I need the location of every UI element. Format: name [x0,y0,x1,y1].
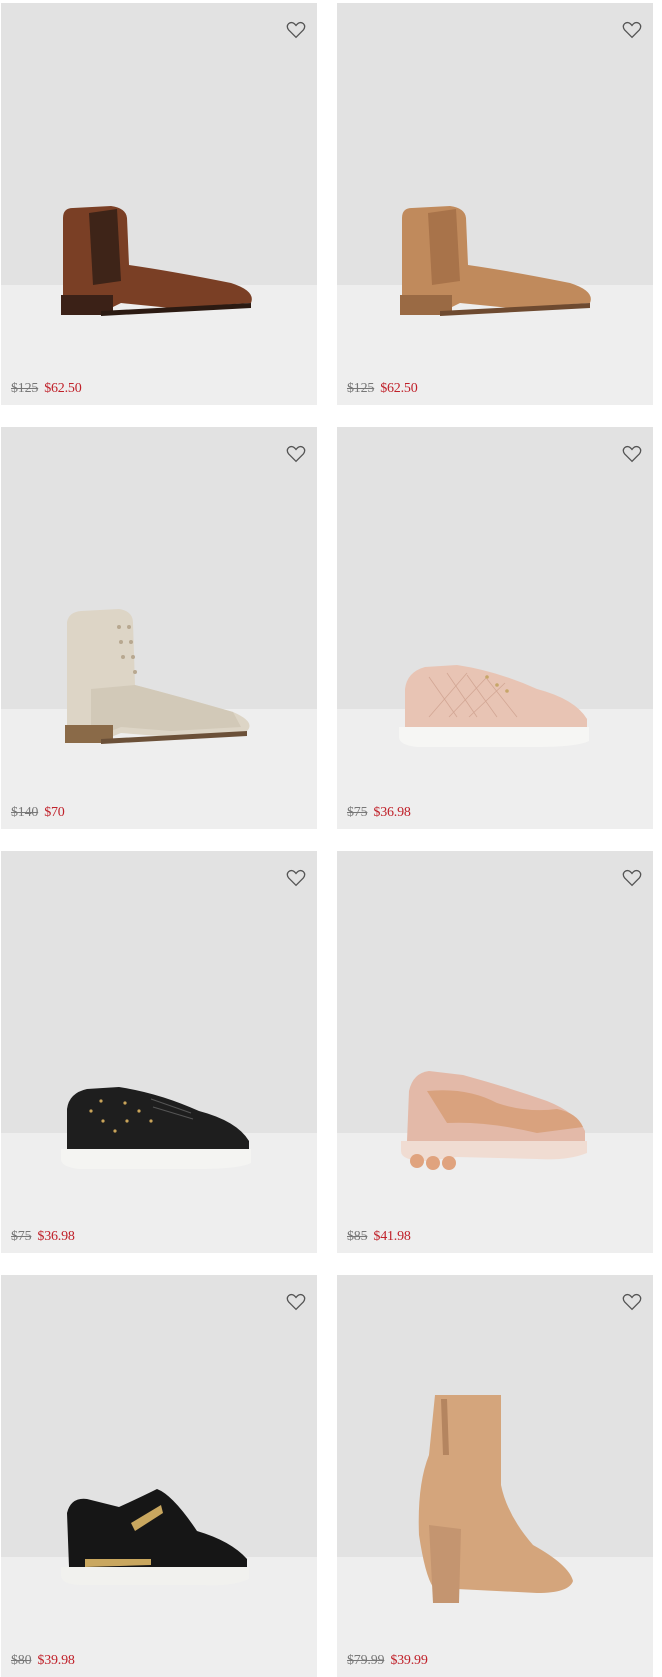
heart-outline-icon[interactable] [285,19,307,41]
sale-price: $36.98 [37,1229,75,1244]
original-price: $80 [11,1653,32,1668]
original-price: $140 [11,805,39,820]
original-price: $125 [347,381,375,396]
price: $75 $36.98 [11,1229,75,1245]
sale-price: $70 [44,805,65,820]
price: $75 $36.98 [347,805,411,821]
sale-price: $62.50 [380,381,418,396]
original-price: $75 [11,1229,32,1244]
original-price: $125 [11,381,39,396]
block-heel-bootie-tan-image[interactable] [337,1275,653,1677]
heart-outline-icon[interactable] [621,1291,643,1313]
product-card[interactable]: $125 $62.50 [1,3,317,405]
quilted-sneaker-blush-image[interactable] [337,427,653,829]
product-card[interactable]: $75 $36.98 [1,851,317,1253]
sock-sneaker-black-gold-image[interactable] [1,1275,317,1677]
lace-up-boot-cream-image[interactable] [1,427,317,829]
heart-outline-icon[interactable] [285,1291,307,1313]
price: $140 $70 [11,805,65,821]
heart-outline-icon[interactable] [621,867,643,889]
product-card[interactable]: $80 $39.98 [1,1275,317,1677]
original-price: $85 [347,1229,368,1244]
price: $125 $62.50 [347,381,418,397]
price: $125 $62.50 [11,381,82,397]
sale-price: $39.99 [390,1653,428,1668]
heart-outline-icon[interactable] [621,19,643,41]
original-price: $75 [347,805,368,820]
sale-price: $62.50 [44,381,82,396]
price: $79.99 $39.99 [347,1653,428,1669]
heart-outline-icon[interactable] [285,867,307,889]
product-grid: $125 $62.50 $125 $62.50 $140 $70 $75 $36… [0,0,662,1677]
sale-price: $36.98 [373,805,411,820]
heart-outline-icon[interactable] [285,443,307,465]
chelsea-boot-tan-suede-image[interactable] [337,3,653,405]
sale-price: $39.98 [37,1653,75,1668]
chelsea-boot-brown-image[interactable] [1,3,317,405]
product-card[interactable]: $79.99 $39.99 [337,1275,653,1677]
heart-outline-icon[interactable] [621,443,643,465]
original-price: $79.99 [347,1653,385,1668]
product-card[interactable]: $125 $62.50 [337,3,653,405]
quilted-sneaker-black-image[interactable] [1,851,317,1253]
price: $80 $39.98 [11,1653,75,1669]
sale-price: $41.98 [373,1229,411,1244]
product-card[interactable]: $85 $41.98 [337,851,653,1253]
price: $85 $41.98 [347,1229,411,1245]
product-card[interactable]: $75 $36.98 [337,427,653,829]
chunky-sneaker-rose-gold-image[interactable] [337,851,653,1253]
product-card[interactable]: $140 $70 [1,427,317,829]
